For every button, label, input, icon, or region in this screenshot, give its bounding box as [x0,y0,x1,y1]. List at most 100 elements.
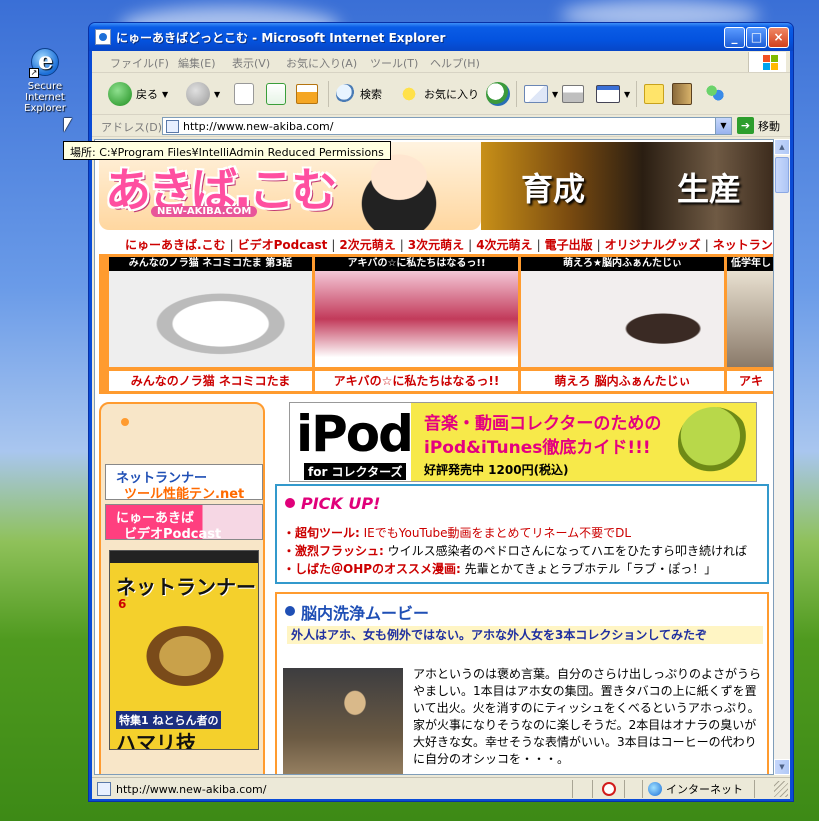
menu-favorites[interactable]: お気に入り(A) [286,55,357,71]
featured-image [315,271,518,367]
nav-link-2d[interactable]: 2次元萌え [339,238,395,252]
research-icon [672,83,692,105]
stop-icon [234,83,254,105]
discuss-button[interactable] [644,79,664,109]
banner-word-1: 育成 [521,170,586,208]
chevron-down-icon: ▼ [552,89,559,99]
pickup-item[interactable]: ・しばた＠OHPのオススメ漫画: 先輩とかてきょとラブホテル「ラブ・ぽっ！」 [283,560,716,577]
toolbar-separator [328,81,329,107]
scroll-down-button[interactable]: ▼ [774,759,790,775]
resize-grip[interactable] [774,781,788,797]
status-divider [754,780,755,798]
bullet-icon [285,498,295,508]
mail-icon [524,85,548,103]
go-button[interactable]: ➔ 移動 [737,117,780,134]
search-button[interactable]: 検索 [336,79,382,109]
featured-item[interactable]: 低学年し アキ [727,257,773,391]
menu-edit[interactable]: 編集(E) [178,55,216,71]
window-title: にゅーあきばどっとこむ - Microsoft Internet Explore… [116,31,446,45]
close-button[interactable]: × [768,27,789,48]
desktop-icon-secure-ie[interactable]: ↗ Secure Internet Explorer [14,46,76,114]
toolbar: 戻る ▼ ▼ 検索 お気に入り ▼ ▼ [92,73,790,115]
ipod-headline-1: 音楽・動画コレクターのための [424,414,662,434]
scroll-up-button[interactable]: ▲ [774,139,790,155]
video-thumbnail[interactable] [283,668,403,774]
featured-item[interactable]: みんなのノラ猫 ネコミコたま 第3話 みんなのノラ猫 ネコミコたま [109,257,312,391]
toolbar-separator [636,81,637,107]
frog-mascot-icon [678,407,750,479]
windows-flag-icon [748,52,786,72]
print-button[interactable] [562,79,584,109]
scroll-thumb[interactable] [775,157,789,193]
featured-title: 萌えろ 脳内ふぁんたじぃ [521,371,724,391]
favorites-button[interactable]: お気に入り [398,79,479,109]
promo-banner[interactable]: 育成 生産 [481,142,773,230]
nav-link-netrunner[interactable]: ネットラン [713,238,773,252]
sidebar: ネットランナー ツール性能テン.net にゅーあきば ビデオPodcast ネッ… [99,402,265,774]
address-input[interactable]: http://www.new-akiba.com/ ▼ [162,117,732,135]
forward-button[interactable]: ▼ [186,79,220,109]
sidebar-banner-podcast[interactable]: にゅーあきば ビデオPodcast [105,504,263,540]
section-title: 脳内洗浄ムービー [301,604,430,623]
edit-page-icon [596,85,620,103]
ipod-logo: iPod [296,405,414,463]
menu-tools[interactable]: ツール(T) [370,55,418,71]
site-nav: にゅーあきば.こむ | ビデオPodcast | 2次元萌え | 3次元萌え | 4次元萌え | 電… [99,230,773,254]
ipod-ad-banner[interactable]: iPod for コレクターズ 音楽・動画コレクターのための iPod&iTun… [289,402,757,482]
bullet-icon [285,606,295,616]
mail-button[interactable]: ▼ [524,79,558,109]
nav-link-home[interactable]: にゅーあきば.こむ [125,238,226,252]
nav-link-3d[interactable]: 3次元萌え [408,238,464,252]
internet-explorer-icon: ↗ [29,46,61,78]
home-button[interactable] [296,79,318,109]
title-bar[interactable]: にゅーあきばどっとこむ - Microsoft Internet Explore… [89,23,793,51]
section-subtitle-link[interactable]: 外人はアホ、女も例外ではない。アホな外人女を3本コレクションしてみたぞ [287,626,763,644]
magazine-art [140,621,230,691]
history-button[interactable] [486,79,510,109]
pickup-item[interactable]: ・激烈フラッシュ: ウイルス感染者のペドロさんになってハエをひたすら叩き続ければ [283,542,747,559]
menu-bar: ファイル(F) 編集(E) 表示(V) お気に入り(A) ツール(T) ヘルプ(… [92,51,790,73]
featured-item[interactable]: アキバの☆に私たちはなるっ!! アキバの☆に私たちはなるっ!! [315,257,518,391]
chevron-down-icon[interactable]: ▼ [715,118,731,134]
mouse-cursor-icon [64,118,72,132]
sidebar-banner-netrunner-tools[interactable]: ネットランナー ツール性能テン.net [105,464,263,500]
featured-image [109,271,312,367]
popup-blocked-icon[interactable] [602,782,616,796]
address-label: アドレス(D) [101,121,163,134]
nav-link-4d[interactable]: 4次元萌え [476,238,532,252]
nav-link-ebook[interactable]: 電子出版 [545,238,593,252]
security-zone[interactable]: インターネット [648,781,743,797]
back-button[interactable]: 戻る ▼ [108,79,168,109]
ie-window: にゅーあきばどっとこむ - Microsoft Internet Explore… [88,22,794,802]
history-icon [486,82,510,106]
vertical-scrollbar[interactable]: ▲ ▼ [774,139,790,775]
address-bar: アドレス(D) http://www.new-akiba.com/ ▼ ➔ 移動 [92,115,790,137]
research-button[interactable] [672,79,692,109]
ie-page-icon [95,29,111,45]
chevron-down-icon: ▼ [624,89,631,99]
back-label: 戻る [136,88,158,101]
pickup-item[interactable]: ・超旬ツール: IEでもYouTube動画をまとめてリネーム不要でDL [283,524,631,541]
tooltip: 場所: C:¥Program Files¥IntelliAdmin Reduce… [63,141,391,160]
page-viewport[interactable]: あきば.こむ NEW-AKIBA.COM 育成 生産 にゅーあきば.こむ | ビデオ… [94,139,774,775]
forward-arrow-icon [186,82,210,106]
menu-view[interactable]: 表示(V) [232,55,270,71]
edit-button[interactable]: ▼ [596,79,630,109]
menu-help[interactable]: ヘルプ(H) [430,55,480,71]
maximize-button[interactable]: □ [746,27,767,48]
ipod-headline-2: iPod&iTunes徹底カイド!!! [424,438,651,458]
stop-button[interactable] [234,79,254,109]
featured-item[interactable]: 萌えろ★脳内ふぁんたじぃ 萌えろ 脳内ふぁんたじぃ [521,257,724,391]
address-url: http://www.new-akiba.com/ [183,120,334,133]
refresh-icon [266,83,286,105]
refresh-button[interactable] [266,79,286,109]
status-divider [592,780,593,798]
minimize-button[interactable]: _ [724,27,745,48]
messenger-button[interactable] [704,79,726,109]
logo-subtext: NEW-AKIBA.COM [151,206,258,217]
magazine-cover[interactable]: ネットランナー 6 特集1 ねとらん者の ハマリ技 [109,550,259,750]
nav-link-goods[interactable]: オリジナルグッズ [605,238,701,252]
menu-file[interactable]: ファイル(F) [110,55,169,71]
featured-caption: 萌えろ★脳内ふぁんたじぃ [521,257,724,271]
nav-link-podcast[interactable]: ビデオPodcast [238,238,328,252]
